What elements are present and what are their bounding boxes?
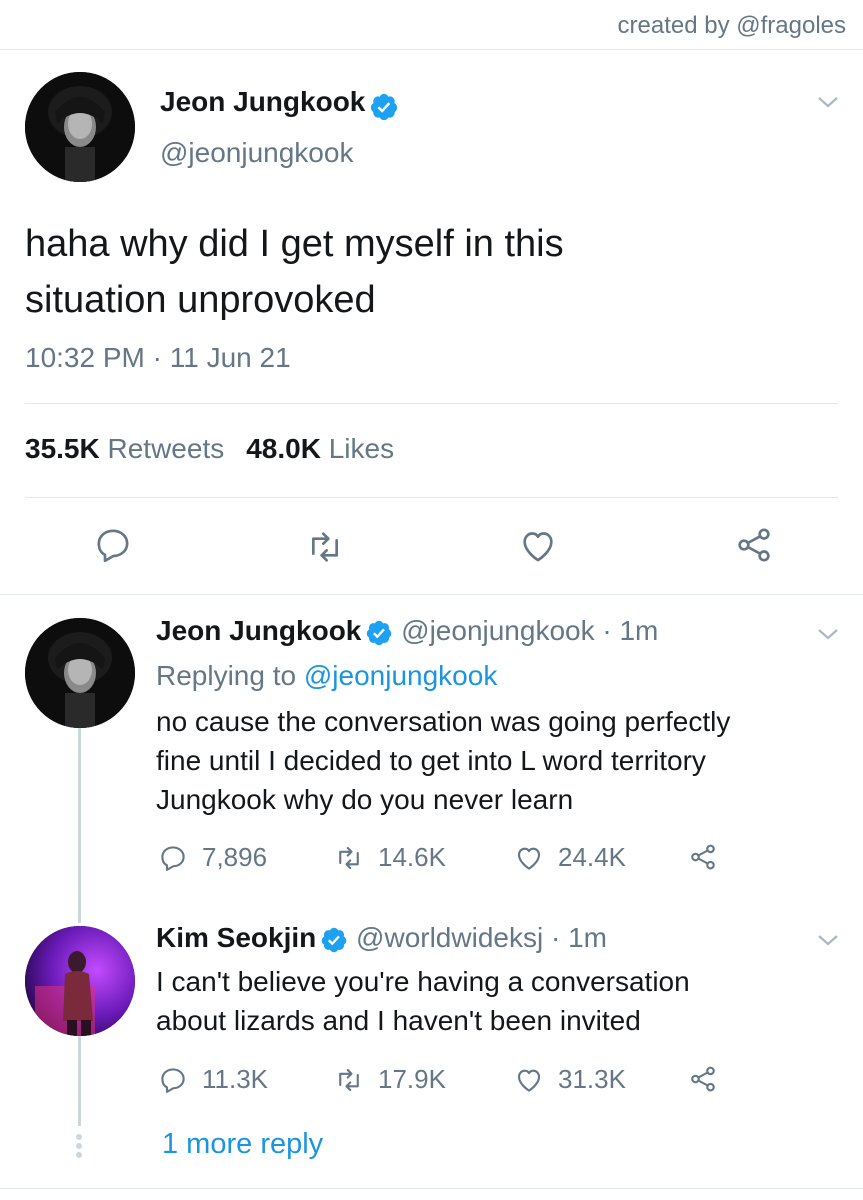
verified-badge-icon [320, 926, 348, 954]
reply-text: no cause the conversation was going perf… [156, 702, 836, 819]
reply-header: Kim Seokjin @worldwideksj · 1m [156, 922, 607, 954]
verified-badge-icon [365, 619, 393, 647]
reply-author-handle[interactable]: @jeonjungkook · 1m [401, 615, 658, 646]
avatar-photo [25, 618, 135, 728]
tweet-text-line: haha why did I get myself in this [25, 223, 564, 265]
reply-author-name[interactable]: Jeon Jungkook [156, 615, 361, 646]
tweet-stats: 35.5K Retweets 48.0K Likes [25, 433, 394, 465]
like-count: 31.3K [558, 1064, 626, 1094]
reply-button[interactable]: 7,896 [158, 842, 267, 873]
heart-icon [517, 847, 541, 870]
reply-icon [161, 1067, 185, 1093]
share-button[interactable] [688, 1064, 732, 1094]
share-button[interactable] [688, 842, 732, 872]
verified-badge-icon [369, 92, 399, 122]
author-handle[interactable]: @jeonjungkook [160, 137, 353, 169]
chevron-down-icon[interactable] [816, 928, 840, 952]
creator-credit: created by @fragoles [617, 12, 846, 39]
reply-text-line: fine until I decided to get into L word … [156, 745, 706, 776]
heart-icon [517, 1069, 541, 1092]
tweet-text-line: situation unprovoked [25, 279, 376, 321]
retweet-icon[interactable] [305, 527, 345, 567]
replying-to-handle[interactable]: @jeonjungkook [304, 660, 497, 691]
retweet-icon [339, 846, 359, 869]
share-icon [691, 844, 715, 870]
reply-author-handle[interactable]: @worldwideksj · 1m [356, 922, 607, 953]
retweet-count: 17.9K [378, 1064, 446, 1094]
author-name[interactable]: Jeon Jungkook [160, 86, 365, 117]
retweet-button[interactable]: 14.6K [334, 842, 446, 873]
divider [25, 403, 838, 404]
share-icon [691, 1066, 715, 1092]
divider [0, 594, 863, 595]
thread-dots [76, 1134, 82, 1161]
reply-text-line: about lizards and I haven't been invited [156, 1005, 641, 1036]
heart-icon[interactable] [518, 526, 558, 566]
replying-to-label: Replying to [156, 660, 297, 691]
like-button[interactable]: 24.4K [514, 842, 626, 873]
avatar[interactable] [25, 72, 135, 182]
more-replies-link[interactable]: 1 more reply [162, 1128, 323, 1161]
avatar[interactable] [25, 926, 135, 1036]
reply-icon[interactable] [93, 525, 133, 565]
reply-text-line: I can't believe you're having a conversa… [156, 966, 690, 997]
retweets-stat[interactable]: 35.5K Retweets [25, 433, 224, 464]
replying-to: Replying to @jeonjungkook [156, 660, 497, 692]
retweet-count: 14.6K [378, 842, 446, 872]
reply-text-line: Jungkook why do you never learn [156, 784, 574, 815]
chevron-down-icon[interactable] [816, 90, 840, 114]
reply-icon [161, 845, 185, 871]
reply-count: 7,896 [202, 842, 268, 872]
likes-label: Likes [328, 433, 395, 464]
header-divider [0, 49, 863, 50]
reply-header: Jeon Jungkook @jeonjungkook · 1m [156, 615, 658, 647]
avatar-photo [25, 72, 135, 182]
divider [0, 1188, 863, 1189]
retweets-count: 35.5K [25, 433, 100, 464]
avatar-photo [25, 926, 135, 1036]
like-button[interactable]: 31.3K [514, 1064, 626, 1095]
reply-button[interactable]: 11.3K [158, 1064, 268, 1095]
retweets-label: Retweets [107, 433, 225, 464]
reply-author-name[interactable]: Kim Seokjin [156, 922, 316, 953]
retweet-button[interactable]: 17.9K [334, 1064, 446, 1095]
reply-count: 11.3K [202, 1064, 269, 1094]
like-count: 24.4K [558, 842, 626, 872]
divider [25, 497, 838, 498]
retweet-icon [339, 1068, 359, 1091]
share-icon[interactable] [734, 525, 774, 565]
likes-count: 48.0K [246, 433, 321, 464]
likes-stat[interactable]: 48.0K Likes [246, 433, 394, 464]
reply-text-line: no cause the conversation was going perf… [156, 706, 731, 737]
tweet-text: haha why did I get myself in this situat… [25, 216, 835, 328]
thread-line [78, 728, 81, 923]
chevron-down-icon[interactable] [816, 622, 840, 646]
reply-text: I can't believe you're having a conversa… [156, 962, 836, 1040]
thread-line [78, 1036, 81, 1126]
avatar[interactable] [25, 618, 135, 728]
tweet-timestamp[interactable]: 10:32 PM · 11 Jun 21 [25, 342, 291, 374]
